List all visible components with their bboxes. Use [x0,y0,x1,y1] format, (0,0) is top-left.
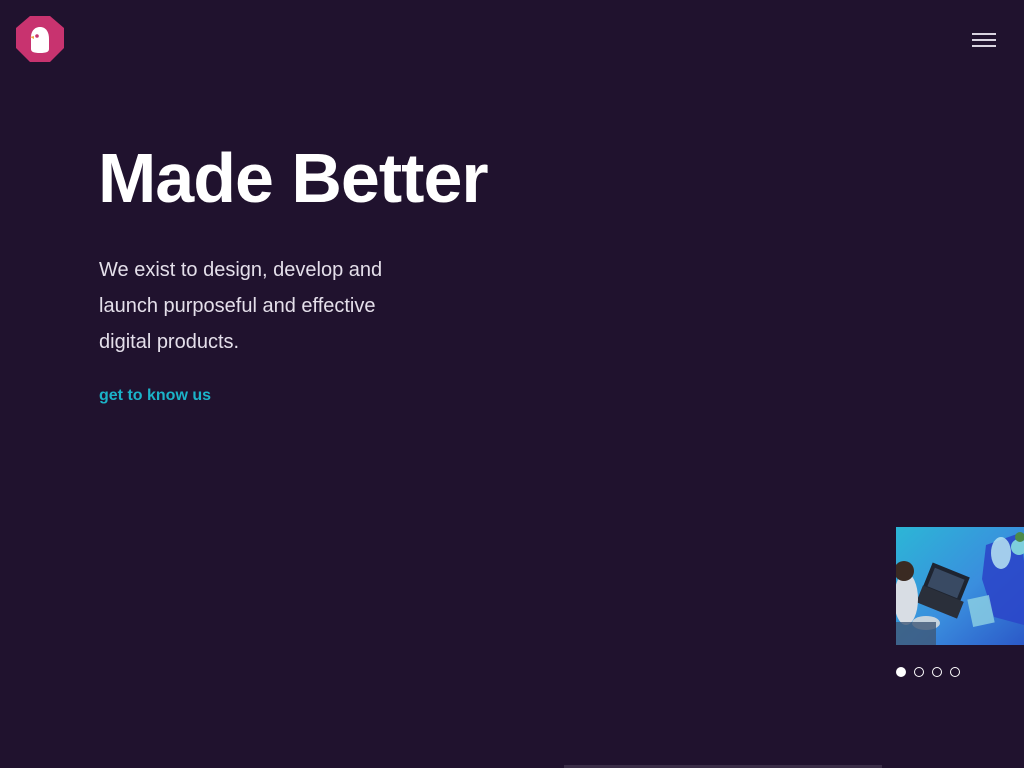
hero-title: Made Better [98,139,489,217]
slider-dot-2[interactable] [914,667,924,677]
slider-dot-4[interactable] [950,667,960,677]
slider-image[interactable] [896,527,1024,645]
menu-line [972,45,996,47]
hero-description: We exist to design, develop and launch p… [99,259,383,353]
hamburger-menu-icon[interactable] [968,30,1000,52]
get-to-know-us-link[interactable]: get to know us [99,385,211,407]
logo-icon[interactable] [15,15,65,63]
slider-dot-3[interactable] [932,667,942,677]
menu-line [972,39,996,41]
menu-line [972,33,996,35]
slider-dots [896,667,960,679]
page: Made Better We exist to design, develop … [0,0,1024,768]
slider-dot-1[interactable] [896,667,906,677]
